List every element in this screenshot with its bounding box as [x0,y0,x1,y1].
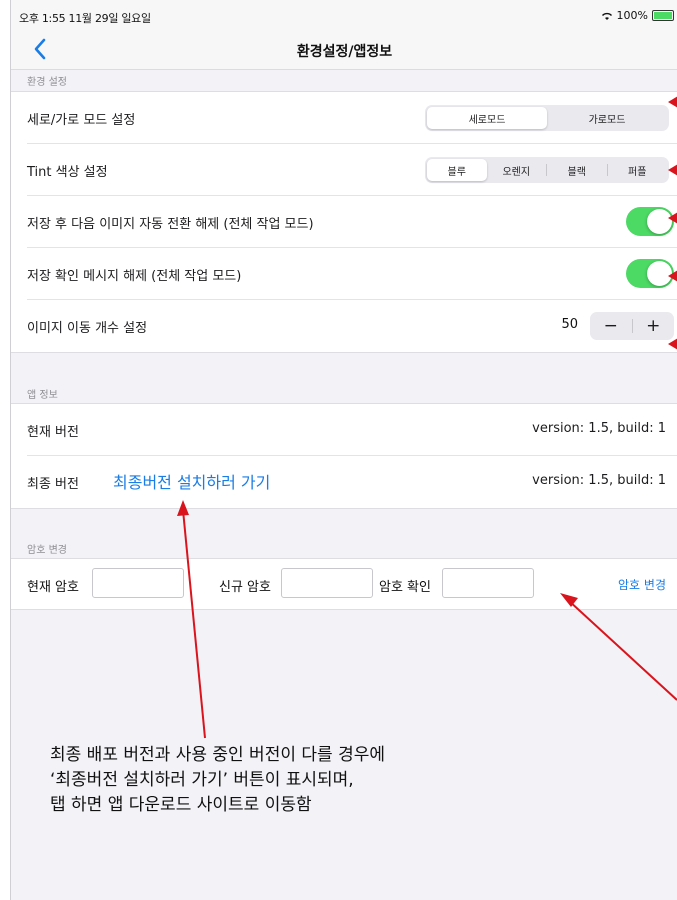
annotation-callout: 최종 배포 버전과 사용 중인 버전이 다를 경우에 ‘최종버전 설치하러 가기… [50,743,385,818]
annotation-line-2: ‘최종버전 설치하러 가기’ 버튼이 표시되며, [50,770,354,790]
annotation-line-3: 탭 하면 앱 다운로드 사이트로 이동함 [50,795,312,815]
annotation-line-1: 최종 배포 버전과 사용 중인 버전이 다를 경우에 [50,745,385,765]
annotation-arrow-install [177,500,206,739]
annotation-arrow-password [560,593,677,701]
